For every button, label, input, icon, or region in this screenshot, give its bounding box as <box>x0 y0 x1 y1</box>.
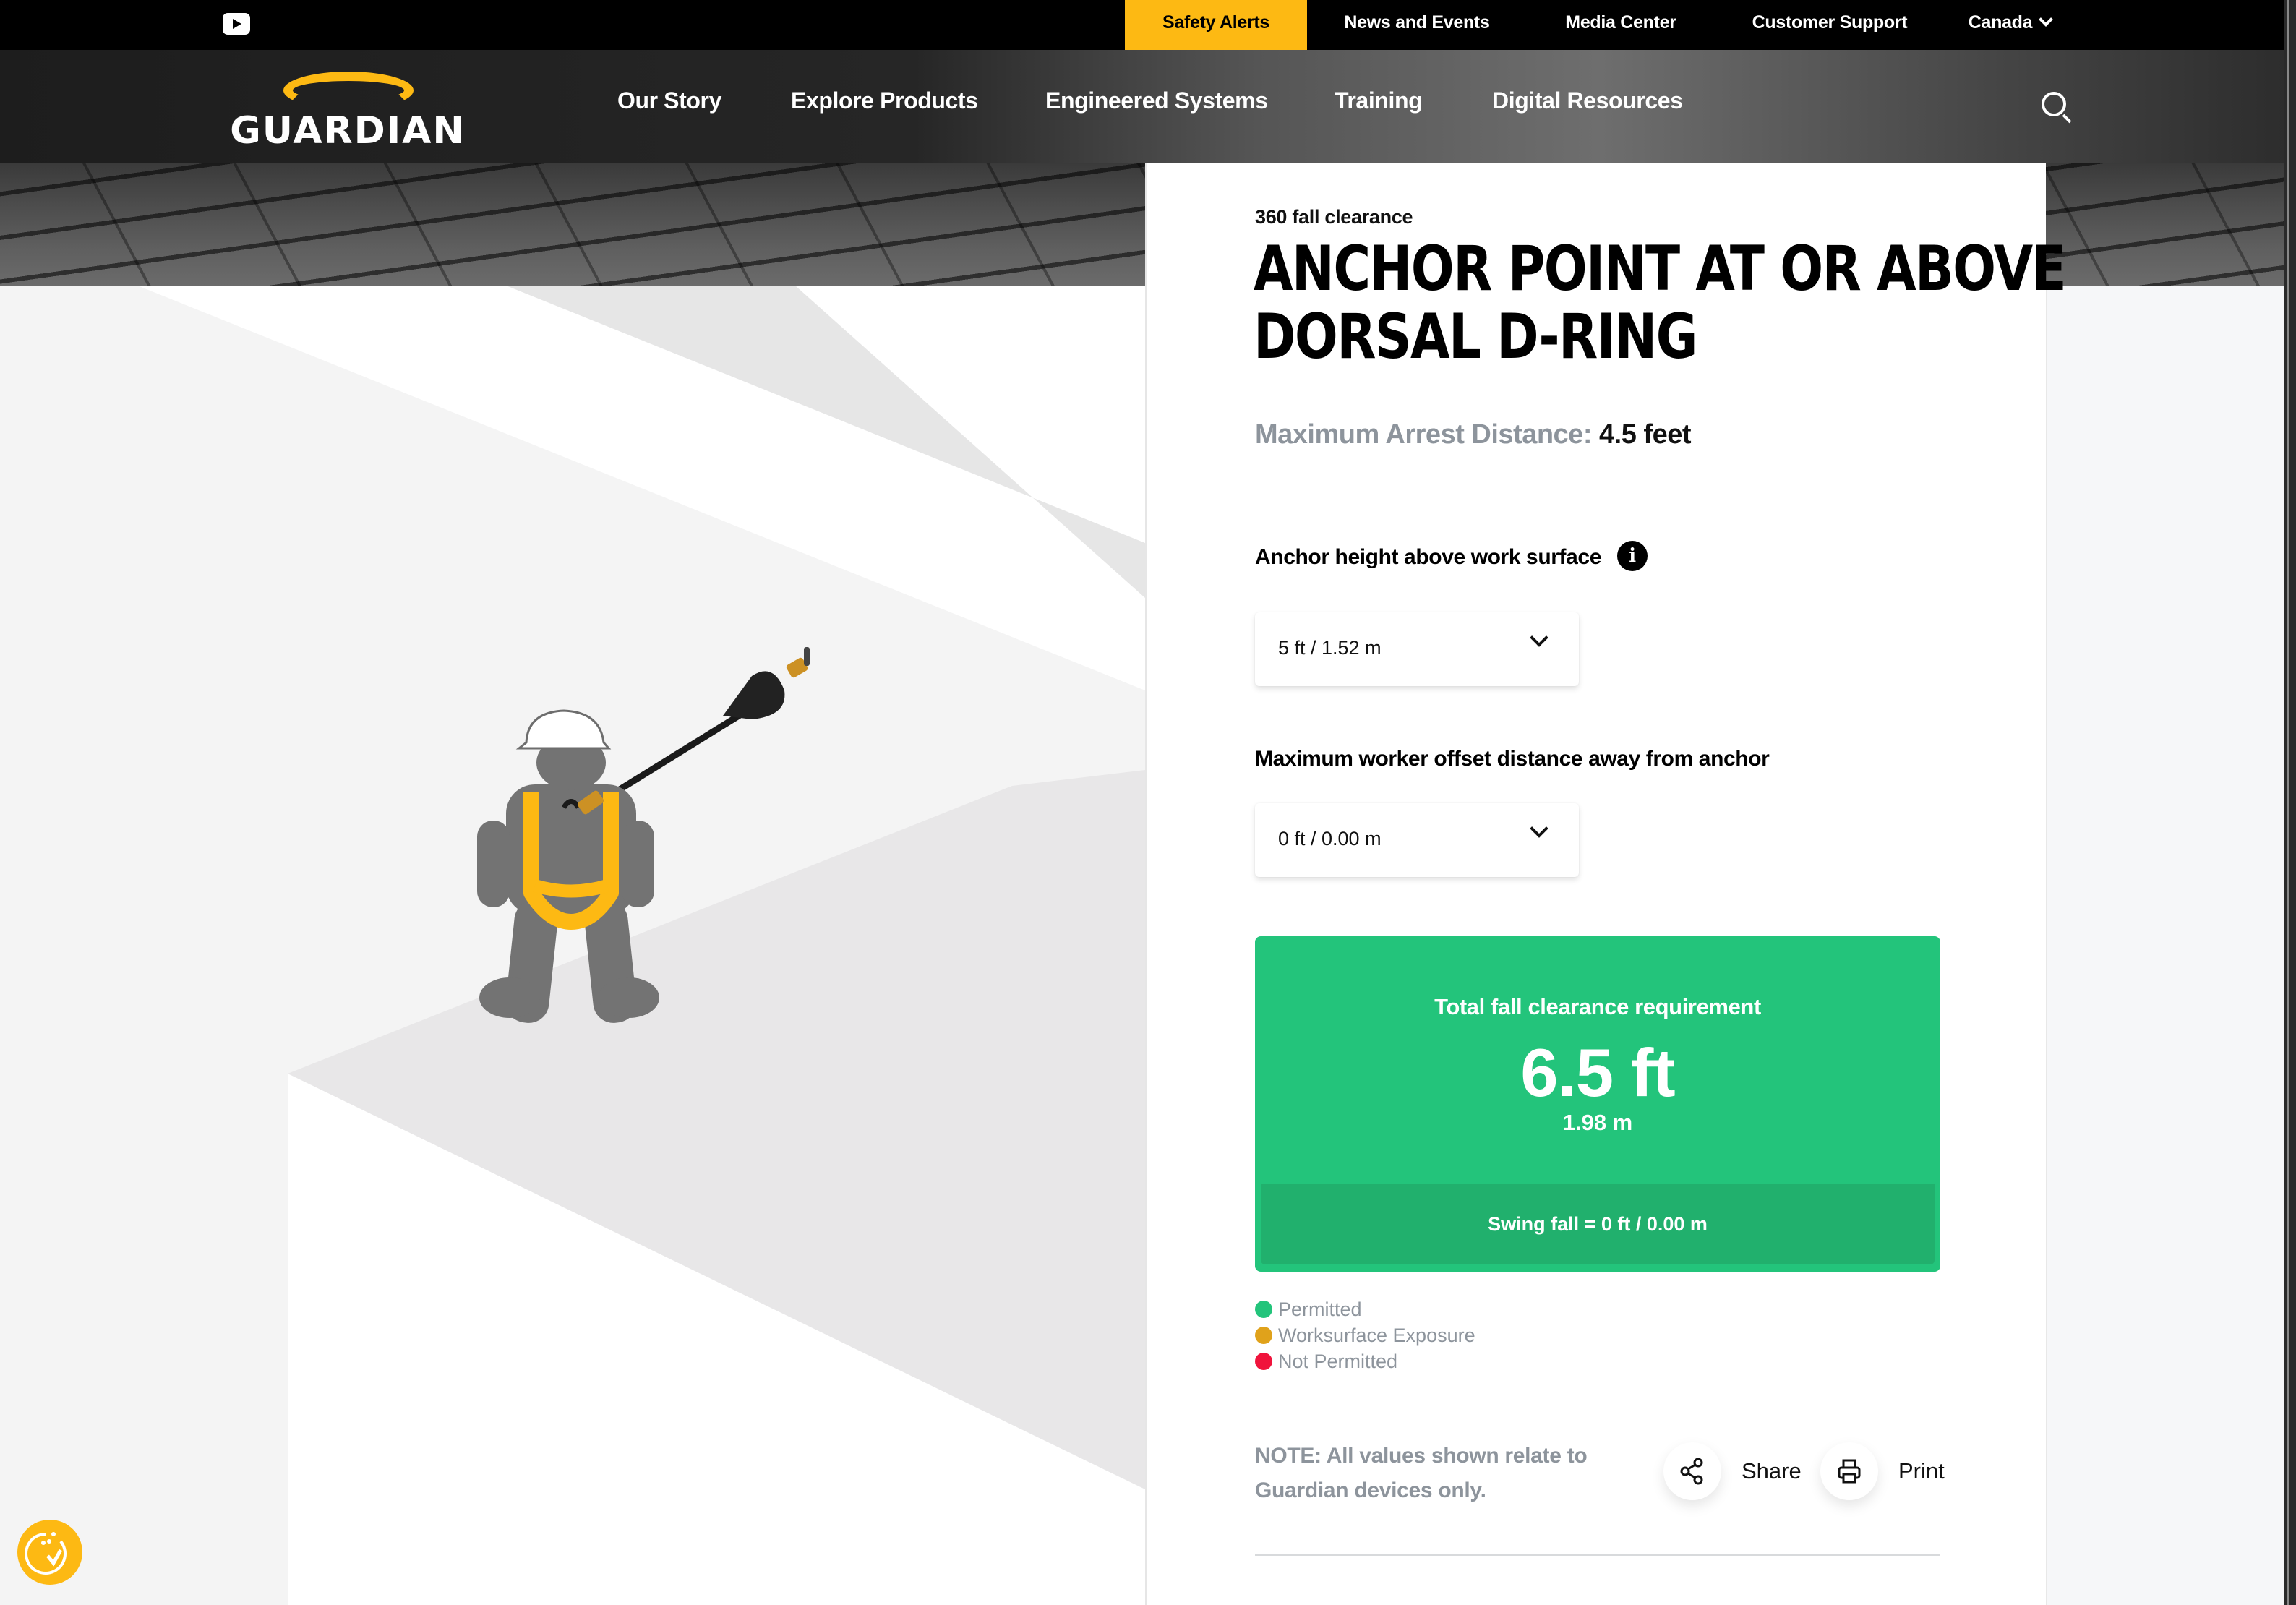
chevron-down-icon <box>1530 628 1548 647</box>
right-background <box>2046 286 2284 1605</box>
note-text: NOTE: All values shown relate to Guardia… <box>1255 1444 1588 1502</box>
util-link-media-center[interactable]: Media Center <box>1527 0 1715 50</box>
legend-item-permitted: Permitted <box>1255 1296 1475 1322</box>
guardian-logo[interactable]: GUARDIAN <box>217 72 479 153</box>
worksurface-dot-icon <box>1255 1327 1272 1344</box>
title-line-1: ANCHOR POINT AT OR ABOVE <box>1254 233 2067 305</box>
util-link-customer-support[interactable]: Customer Support <box>1715 0 1945 50</box>
worker-foot-right <box>599 977 659 1018</box>
region-selector[interactable]: Canada <box>1952 0 2068 50</box>
share-icon <box>1663 1442 1721 1500</box>
chevron-down-icon <box>1530 819 1548 838</box>
print-button[interactable]: Print <box>1820 1442 1945 1500</box>
anchor-height-value: 5 ft / 1.52 m <box>1278 637 1382 659</box>
offset-select[interactable]: 0 ft / 0.00 m <box>1255 803 1579 877</box>
cookie-consent-icon <box>25 1532 67 1575</box>
share-button[interactable]: Share <box>1663 1442 1802 1500</box>
nav-engineered-systems[interactable]: Engineered Systems <box>1045 87 1268 114</box>
permitted-dot-icon <box>1255 1301 1272 1318</box>
offset-label: Maximum worker offset distance away from… <box>1255 747 1770 771</box>
logo-ring-icon <box>283 72 414 109</box>
nav-explore-products[interactable]: Explore Products <box>791 87 978 114</box>
print-icon <box>1820 1442 1878 1500</box>
anchor-height-label-text: Anchor height above work surface <box>1255 544 1601 569</box>
swing-fall: Swing fall = 0 ft / 0.00 m <box>1261 1184 1935 1264</box>
anchor-height-select[interactable]: 5 ft / 1.52 m <box>1255 612 1579 686</box>
main-nav: GUARDIAN Our Story Explore Products Engi… <box>0 50 2284 163</box>
util-link-news-events[interactable]: News and Events <box>1307 0 1527 50</box>
illustration-svg <box>0 286 1145 1605</box>
utility-bar: Safety Alerts News and Events Media Cent… <box>0 0 2284 50</box>
offset-value: 0 ft / 0.00 m <box>1278 828 1382 849</box>
youtube-icon[interactable] <box>223 13 250 35</box>
search-icon[interactable] <box>2042 92 2066 116</box>
roof-left <box>0 286 288 1605</box>
logo-text: GUARDIAN <box>230 109 466 153</box>
info-icon[interactable]: i <box>1616 541 1648 571</box>
legend: Permitted Worksurface Exposure Not Permi… <box>1255 1296 1475 1374</box>
worker-foot-left <box>479 977 540 1018</box>
print-label: Print <box>1898 1458 1945 1484</box>
region-label: Canada <box>1968 12 2033 33</box>
legend-item-not-permitted: Not Permitted <box>1255 1348 1475 1374</box>
calculator-panel: 360 fall clearance ANCHOR POINT AT OR AB… <box>1145 163 2067 1605</box>
nav-digital-resources[interactable]: Digital Resources <box>1492 87 1683 114</box>
legend-label: Permitted <box>1278 1298 1362 1320</box>
nav-our-story[interactable]: Our Story <box>617 87 721 114</box>
max-arrest-distance: Maximum Arrest Distance: 4.5 feet <box>1255 419 1691 450</box>
clearance-result-card: Total fall clearance requirement 6.5 ft … <box>1255 936 1940 1272</box>
fall-clearance-illustration <box>0 286 1145 1605</box>
worker-arm-left <box>477 821 510 907</box>
legend-label: Not Permitted <box>1278 1351 1398 1372</box>
result-feet: 6.5 ft <box>1520 1035 1675 1110</box>
result-meters: 1.98 m <box>1562 1110 1633 1135</box>
share-label: Share <box>1742 1458 1802 1484</box>
divider <box>1255 1554 1940 1556</box>
legend-item-worksurface: Worksurface Exposure <box>1255 1322 1475 1348</box>
title-line-2: DORSAL D-RING <box>1254 301 1698 373</box>
page-title: ANCHOR POINT AT OR ABOVE DORSAL D-RING <box>1254 233 2067 373</box>
cookie-consent-button[interactable] <box>17 1520 82 1585</box>
chevron-down-icon <box>2039 12 2054 27</box>
not-permitted-dot-icon <box>1255 1353 1272 1370</box>
legend-label: Worksurface Exposure <box>1278 1324 1475 1346</box>
arrest-label: Maximum Arrest Distance: <box>1255 419 1592 450</box>
worker-arm-right <box>622 821 654 907</box>
nav-training[interactable]: Training <box>1335 87 1423 114</box>
scrollbar[interactable] <box>2284 0 2296 1605</box>
eyebrow-label: 360 fall clearance <box>1255 206 1413 228</box>
util-link-safety-alerts[interactable]: Safety Alerts <box>1125 0 1307 50</box>
harness-waist <box>533 879 609 898</box>
anchor-height-label: Anchor height above work surface i <box>1255 541 1648 573</box>
anchor-post <box>804 647 810 666</box>
arrest-value: 4.5 feet <box>1599 419 1691 450</box>
result-label: Total fall clearance requirement <box>1434 994 1761 1019</box>
